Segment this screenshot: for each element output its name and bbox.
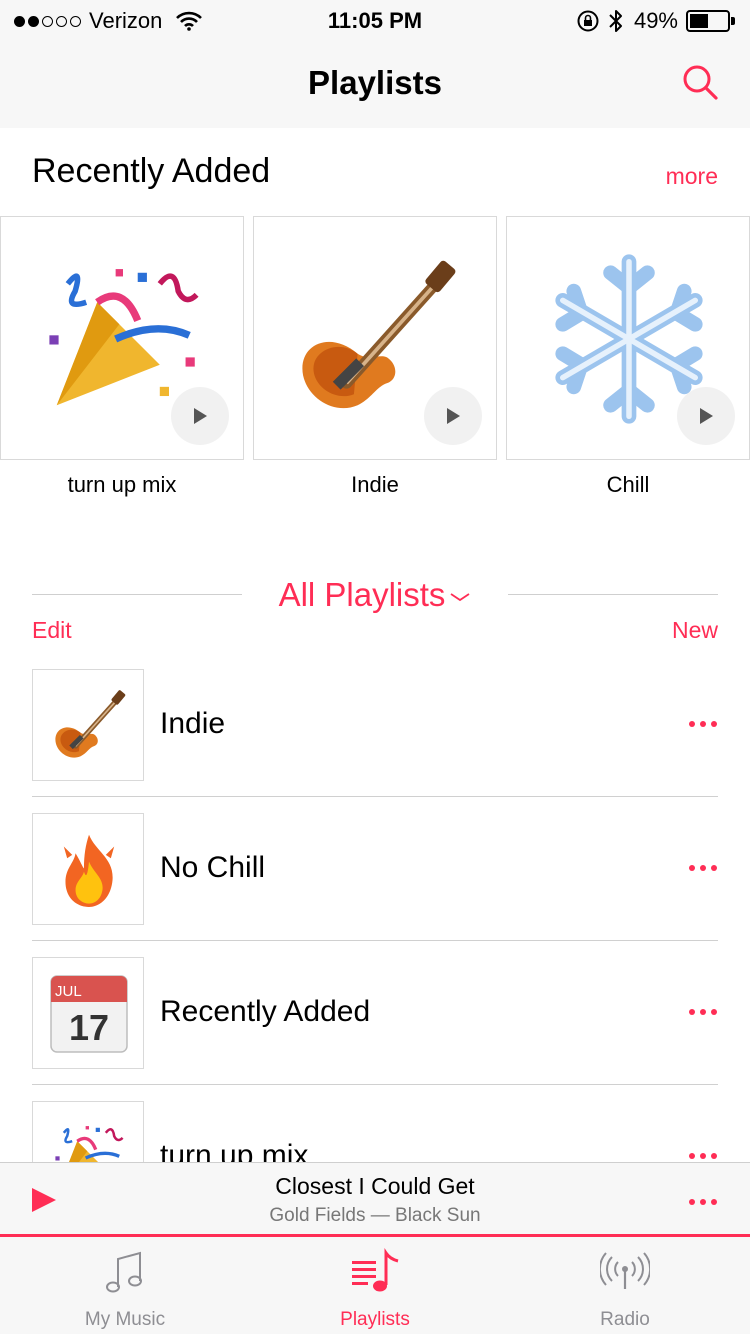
play-button[interactable] — [424, 387, 482, 445]
playlist-name[interactable]: Recently Added — [160, 995, 370, 1029]
search-icon[interactable] — [680, 62, 720, 102]
playlist-name[interactable]: Indie — [160, 707, 225, 741]
now-playing-subtitle[interactable]: Gold Fields — Black Sun — [0, 1205, 750, 1227]
tab-radio[interactable]: Radio — [500, 1237, 750, 1334]
radio-icon — [600, 1252, 650, 1289]
list-item[interactable]: JUL 17 Recently Added — [32, 957, 718, 1101]
more-options-icon[interactable] — [688, 863, 718, 873]
bluetooth-icon — [609, 10, 622, 32]
battery-icon — [686, 10, 736, 32]
playlist-artwork: JUL 17 — [32, 957, 144, 1069]
calendar-icon: JUL 17 — [50, 975, 128, 1053]
row-divider — [32, 1084, 718, 1085]
more-link[interactable]: more — [666, 163, 718, 190]
row-divider — [32, 940, 718, 941]
nav-bar: Playlists — [0, 40, 750, 128]
playlist-icon — [352, 1248, 399, 1292]
all-playlists-selector[interactable]: All Playlists — [0, 576, 750, 614]
more-options-icon[interactable] — [688, 1151, 718, 1161]
play-button[interactable] — [677, 387, 735, 445]
tab-playlists[interactable]: Playlists — [250, 1237, 500, 1334]
list-item[interactable]: Indie — [32, 669, 718, 813]
recently-added-title: Recently Added — [32, 152, 271, 190]
tab-bar: My Music Playlists Radio — [0, 1237, 750, 1334]
recent-tile-chill[interactable] — [506, 216, 750, 460]
battery-percent: 49% — [633, 8, 678, 33]
fire-icon — [47, 828, 131, 912]
playlist-name[interactable]: No Chill — [160, 851, 265, 885]
recent-tile-indie[interactable] — [253, 216, 497, 460]
recent-tile-label[interactable]: turn up mix — [0, 472, 244, 498]
guitar-icon — [47, 684, 131, 768]
tab-label[interactable]: Radio — [500, 1309, 750, 1331]
new-playlist-button[interactable]: New — [672, 617, 718, 644]
playlist-artwork — [32, 813, 144, 925]
tab-my-music[interactable]: My Music — [0, 1237, 250, 1334]
recent-tile-label[interactable]: Indie — [253, 472, 497, 498]
playlist-artwork — [32, 669, 144, 781]
recent-tile-turn-up-mix[interactable] — [0, 216, 244, 460]
more-options-icon[interactable] — [688, 1007, 718, 1017]
edit-button[interactable]: Edit — [32, 617, 72, 644]
now-playing-title[interactable]: Closest I Could Get — [0, 1173, 750, 1200]
calendar-day: 17 — [69, 1007, 109, 1048]
page-title: Playlists — [308, 64, 442, 101]
chevron-down-icon[interactable] — [449, 591, 471, 603]
row-divider — [32, 796, 718, 797]
mini-player[interactable]: Closest I Could Get Gold Fields — Black … — [0, 1162, 750, 1236]
tab-label[interactable]: My Music — [0, 1309, 250, 1331]
calendar-month: JUL — [55, 983, 82, 1000]
tab-label[interactable]: Playlists — [250, 1309, 500, 1331]
music-note-icon — [106, 1251, 142, 1293]
list-item[interactable]: No Chill — [32, 813, 718, 957]
status-bar: Verizon 11:05 PM 49% — [0, 0, 750, 40]
all-playlists-title[interactable]: All Playlists — [279, 576, 446, 613]
play-button[interactable] — [171, 387, 229, 445]
status-right: 49% — [576, 8, 736, 34]
rotation-lock-icon — [577, 10, 599, 32]
more-options-icon[interactable] — [688, 719, 718, 729]
recent-tile-label[interactable]: Chill — [506, 472, 750, 498]
more-options-icon[interactable] — [688, 1197, 718, 1207]
